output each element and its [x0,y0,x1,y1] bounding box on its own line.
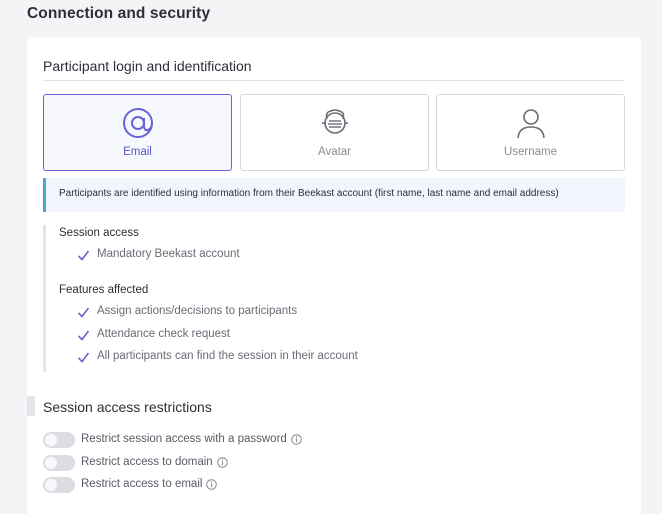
check-item-label: Assign actions/decisions to participants [97,305,298,317]
password-restriction-toggle[interactable] [43,432,75,448]
section-divider [43,80,625,81]
checkmark-icon [77,330,90,341]
session-access-heading: Session access [59,227,139,239]
at-sign-icon [122,108,153,138]
avatar-face-icon [321,109,348,134]
login-option-label: Username [503,146,558,158]
restrictions-heading: Session access restrictions [43,399,212,415]
login-option-avatar[interactable]: Avatar [240,94,429,171]
checkmark-icon [77,307,90,318]
identification-info: Participants are identified using inform… [43,178,625,212]
page-title: Connection and security [27,5,211,22]
check-item-label: Attendance check request [97,328,230,340]
features-affected-heading: Features affected [59,284,149,296]
user-icon [516,109,545,139]
check-item-label: Mandatory Beekast account [97,248,240,260]
security-card: Participant login and identification Ema… [27,37,641,514]
identification-info-text: Participants are identified using inform… [59,188,559,199]
email-restriction-toggle[interactable] [43,477,75,493]
toggle-label: Restrict access to email [81,478,203,490]
login-option-label: Avatar [317,146,352,158]
login-option-label: Email [123,146,152,158]
info-icon[interactable] [206,479,217,490]
access-features-block: Session access Mandatory Beekast account… [43,225,625,372]
login-option-email[interactable]: Email [43,94,232,171]
info-icon[interactable] [217,457,228,468]
section-marker [27,396,35,416]
domain-restriction-toggle[interactable] [43,455,75,471]
check-item-label: All participants can find the session in… [97,350,358,362]
toggle-label: Restrict session access with a password [81,433,287,445]
login-option-username[interactable]: Username [436,94,625,171]
login-section-heading: Participant login and identification [43,58,252,74]
checkmark-icon [77,250,90,261]
checkmark-icon [77,352,90,363]
info-icon[interactable] [291,434,302,445]
toggle-label: Restrict access to domain [81,456,213,468]
